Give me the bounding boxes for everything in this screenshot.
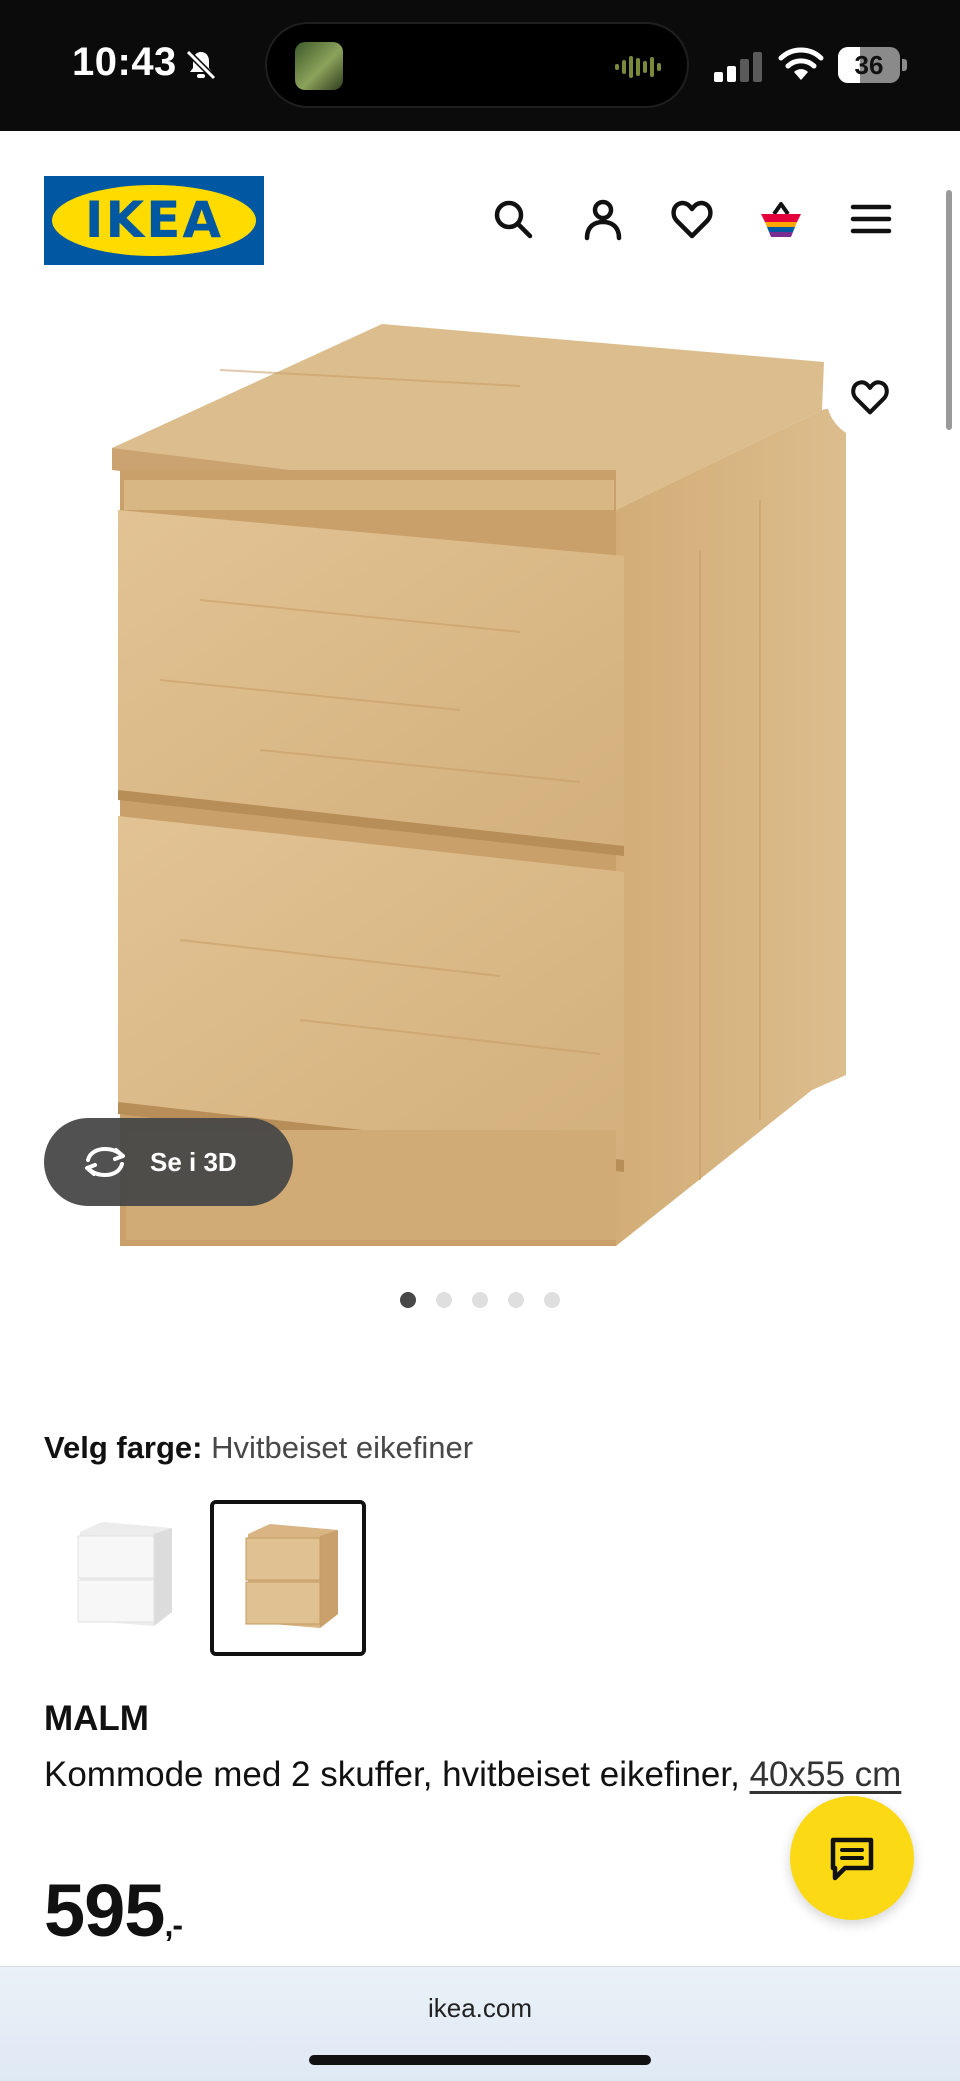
menu-icon[interactable] — [848, 196, 894, 242]
status-time: 10:43 — [72, 40, 177, 84]
logo-text: IKEA — [84, 191, 224, 249]
home-indicator[interactable] — [309, 2055, 651, 2065]
basket-icon[interactable] — [758, 196, 804, 242]
browser-address-bar[interactable]: ikea.com — [0, 1966, 960, 2081]
bell-muted-icon — [185, 49, 217, 81]
battery-indicator: 36 — [838, 47, 908, 83]
pagination-dot[interactable] — [472, 1292, 488, 1308]
color-selector-label: Velg farge: Hvitbeiset eikefiner — [44, 1428, 473, 1468]
cellular-signal-icon — [714, 52, 762, 82]
product-price: 595,- — [44, 1866, 183, 1970]
account-icon[interactable] — [580, 196, 626, 242]
color-value: Hvitbeiset eikefiner — [211, 1430, 474, 1465]
search-icon[interactable] — [490, 196, 536, 242]
image-pagination[interactable] — [400, 1292, 560, 1308]
chat-icon — [830, 1837, 874, 1881]
ikea-logo[interactable]: IKEA — [44, 176, 264, 265]
pagination-dot[interactable] — [508, 1292, 524, 1308]
status-bar: 10:43 36 — [0, 0, 960, 131]
swatch-oak-image — [245, 1524, 338, 1628]
pagination-dot[interactable] — [400, 1292, 416, 1308]
url-text[interactable]: ikea.com — [0, 1993, 960, 2024]
swatch-oak-selected[interactable] — [210, 1500, 366, 1656]
dynamic-island[interactable] — [265, 22, 689, 108]
product-image[interactable] — [0, 300, 960, 1260]
product-description-text: Kommode med 2 skuffer, hvitbeiset eikefi… — [44, 1755, 740, 1794]
product-size-link[interactable]: 40x55 cm — [750, 1755, 902, 1794]
product-description: Kommode med 2 skuffer, hvitbeiset eikefi… — [44, 1748, 924, 1802]
view-in-3d-button[interactable]: Se i 3D — [44, 1118, 293, 1206]
save-to-favourites-button[interactable] — [826, 352, 914, 440]
heart-icon[interactable] — [669, 196, 715, 242]
price-suffix: ,- — [164, 1907, 183, 1943]
swatch-white[interactable] — [44, 1500, 200, 1656]
price-value: 595 — [44, 1869, 165, 1952]
heart-icon — [851, 380, 889, 415]
pagination-dot[interactable] — [436, 1292, 452, 1308]
pagination-dot[interactable] — [544, 1292, 560, 1308]
chat-button[interactable] — [790, 1796, 914, 1920]
product-name: MALM — [44, 1699, 149, 1738]
audio-wave-icon — [615, 56, 661, 78]
color-label: Velg farge: — [44, 1430, 203, 1465]
now-playing-artwork — [295, 42, 343, 90]
wifi-icon — [778, 47, 824, 80]
view-in-3d-label: Se i 3D — [150, 1147, 237, 1177]
rotate-3d-icon — [85, 1146, 125, 1178]
battery-percent: 36 — [854, 50, 884, 80]
